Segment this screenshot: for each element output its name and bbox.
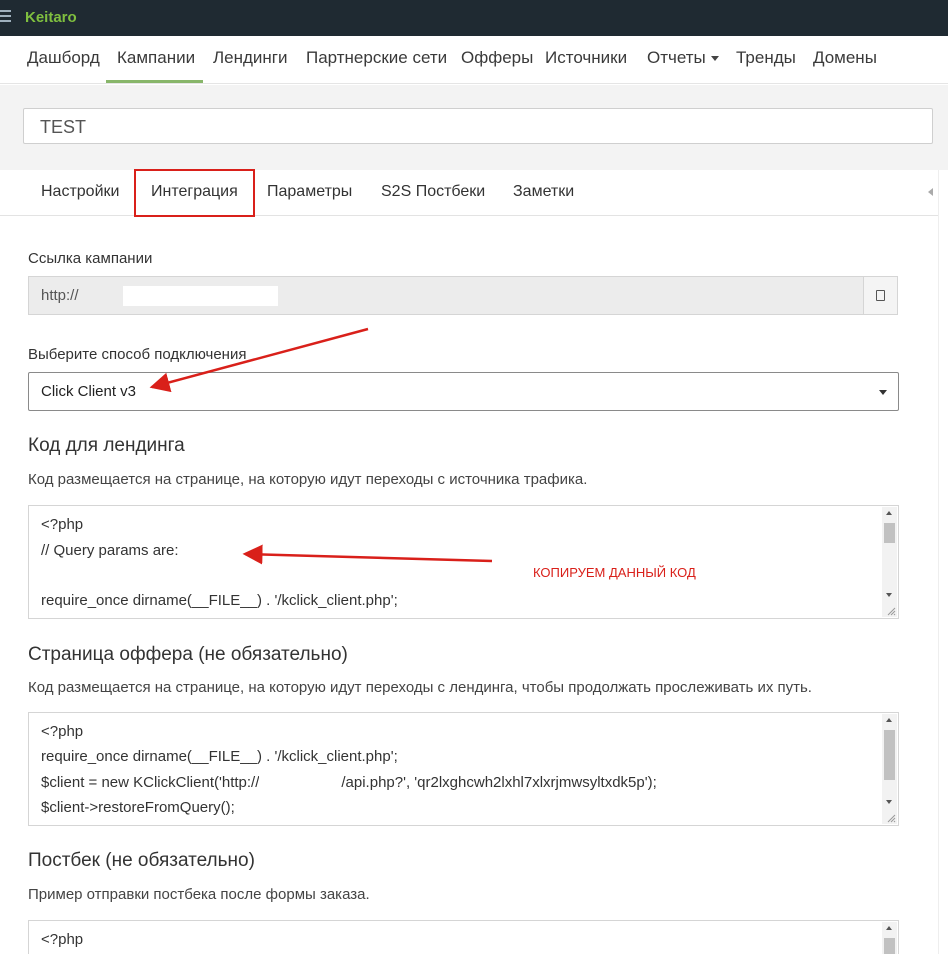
scroll-up-icon[interactable]	[886, 718, 892, 722]
tab-notes[interactable]: Заметки	[513, 183, 574, 201]
active-nav-underline	[106, 80, 203, 83]
code-line: $client = new KClickClient('http:// /api.…	[41, 774, 657, 791]
redacted-region	[259, 776, 342, 791]
resize-handle-icon[interactable]	[886, 606, 896, 616]
campaign-name-input[interactable]: TEST	[23, 108, 933, 144]
scroll-up-icon[interactable]	[886, 926, 892, 930]
nav-item-dashboard[interactable]: Дашборд	[27, 48, 100, 68]
textarea-scrollbar[interactable]	[882, 922, 897, 954]
offer-code-help: Код размещается на странице, на которую …	[28, 679, 812, 696]
nav-item-affiliate-networks[interactable]: Партнерские сети	[306, 48, 447, 68]
code-line: require_once dirname(__FILE__) . '/kclic…	[41, 592, 398, 609]
code-line: <?php	[41, 931, 84, 948]
nav-item-trends[interactable]: Тренды	[736, 48, 796, 68]
clipboard-icon	[876, 290, 885, 301]
nav-item-domains[interactable]: Домены	[813, 48, 877, 68]
scroll-up-icon[interactable]	[886, 511, 892, 515]
postback-code-textarea[interactable]: <?php	[28, 920, 899, 954]
brand-logo[interactable]: Keitaro	[25, 9, 77, 26]
nav-item-landings[interactable]: Лендинги	[213, 48, 288, 68]
code-line: require_once dirname(__FILE__) . '/kclic…	[41, 748, 398, 765]
code-line-end: /api.php?', 'qr2lxghcwh2lxhl7xlxrjmwsylt…	[341, 774, 657, 791]
resize-handle-icon[interactable]	[886, 813, 896, 823]
chevron-left-icon[interactable]	[928, 188, 933, 196]
nav-item-offers[interactable]: Офферы	[461, 48, 533, 68]
scrollbar-thumb[interactable]	[884, 938, 895, 954]
tab-settings[interactable]: Настройки	[41, 183, 119, 201]
top-bar: Keitaro	[0, 0, 948, 36]
code-line: // Query params are:	[41, 542, 179, 559]
postback-code-help: Пример отправки постбека после формы зак…	[28, 886, 370, 903]
annotation-highlight-box	[134, 169, 255, 217]
tab-s2s-postbacks[interactable]: S2S Постбеки	[381, 183, 485, 201]
landing-code-textarea[interactable]: <?php // Query params are: require_once …	[28, 505, 899, 619]
code-line: <?php	[41, 723, 84, 740]
menu-icon[interactable]	[0, 10, 12, 24]
redacted-region	[123, 286, 278, 306]
chevron-down-icon	[710, 56, 719, 62]
annotation-label: КОПИРУЕМ ДАННЫЙ КОД	[533, 565, 696, 580]
textarea-scrollbar[interactable]	[882, 507, 897, 617]
code-line-start: $client = new KClickClient('http://	[41, 774, 260, 791]
landing-code-title: Код для лендинга	[28, 435, 185, 456]
connection-method-value: Click Client v3	[41, 383, 137, 400]
scrollbar-thumb[interactable]	[884, 523, 895, 543]
nav-item-campaigns[interactable]: Кампании	[117, 48, 195, 68]
connection-method-select[interactable]: Click Client v3	[28, 372, 899, 411]
scroll-down-icon[interactable]	[886, 593, 892, 597]
scroll-down-icon[interactable]	[886, 800, 892, 804]
chevron-down-icon	[879, 390, 887, 395]
code-line: $client->restoreFromQuery();	[41, 799, 235, 816]
campaign-link-label: Ссылка кампании	[28, 250, 153, 267]
page-scrollbar[interactable]	[938, 170, 948, 954]
code-line: <?php	[41, 516, 84, 533]
nav-item-reports[interactable]: Отчеты	[647, 48, 719, 68]
offer-code-textarea[interactable]: <?php require_once dirname(__FILE__) . '…	[28, 712, 899, 826]
tab-parameters[interactable]: Параметры	[267, 183, 352, 201]
textarea-scrollbar[interactable]	[882, 714, 897, 824]
campaign-link-field[interactable]: http://	[28, 276, 898, 315]
landing-code-help: Код размещается на странице, на которую …	[28, 471, 588, 488]
offer-code-title: Страница оффера (не обязательно)	[28, 644, 348, 665]
copy-button[interactable]	[863, 277, 897, 314]
postback-code-title: Постбек (не обязательно)	[28, 850, 255, 871]
nav-item-sources[interactable]: Источники	[545, 48, 627, 68]
nav-item-reports-label: Отчеты	[647, 48, 706, 67]
scrollbar-thumb[interactable]	[884, 730, 895, 780]
campaign-link-value: http://	[41, 287, 79, 304]
connection-method-label: Выберите способ подключения	[28, 346, 247, 363]
main-nav: Дашборд Кампании Лендинги Партнерские се…	[0, 36, 948, 84]
